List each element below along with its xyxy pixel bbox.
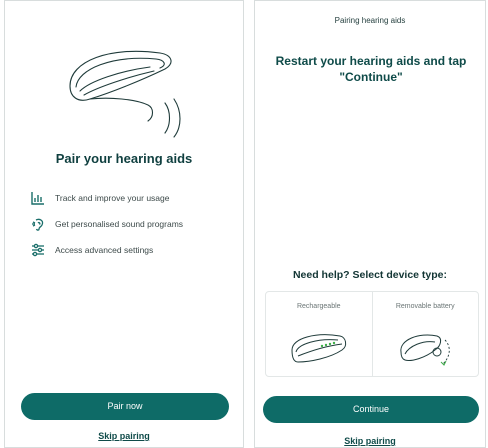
rechargeable-hearing-aid-icon [291, 334, 347, 363]
device-label: Rechargeable [296, 303, 341, 310]
feature-label: Get personalised sound programs [55, 219, 184, 229]
feature-label: Track and improve your usage [55, 193, 170, 203]
skip-pairing-link[interactable]: Skip pairing [5, 431, 243, 441]
screen-header: Pairing hearing aids [334, 16, 406, 25]
chart-bars-icon [31, 191, 45, 205]
feature-label: Access advanced settings [55, 245, 154, 255]
instruction-title: Restart your hearing aids and tap "Conti… [275, 54, 467, 84]
settings-sliders-icon [31, 243, 45, 257]
device-label: Removable battery [395, 303, 455, 310]
device-type-selector: Rechargeable Removable battery [265, 291, 479, 377]
continue-button[interactable]: Continue [263, 396, 479, 423]
hearing-aid-illustration-icon [69, 50, 181, 138]
feature-item-usage: Track and improve your usage [31, 185, 231, 211]
ear-sound-icon [31, 217, 45, 231]
pairing-screen: Pairing hearing aids Restart your hearin… [254, 0, 486, 448]
device-option-removable-battery[interactable]: Removable battery [371, 292, 479, 376]
feature-item-programs: Get personalised sound programs [31, 211, 231, 237]
pair-now-button[interactable]: Pair now [21, 393, 229, 420]
page-title: Pair your hearing aids [55, 151, 193, 166]
feature-list: Track and improve your usage Get persona… [31, 185, 231, 263]
device-option-rechargeable[interactable]: Rechargeable [266, 292, 372, 376]
help-title: Need help? Select device type: [292, 269, 448, 281]
skip-pairing-link[interactable]: Skip pairing [255, 436, 485, 446]
removable-battery-hearing-aid-icon [399, 334, 450, 366]
feature-item-settings: Access advanced settings [31, 237, 231, 263]
pair-intro-screen: Pair your hearing aids Track and improve… [4, 0, 244, 448]
